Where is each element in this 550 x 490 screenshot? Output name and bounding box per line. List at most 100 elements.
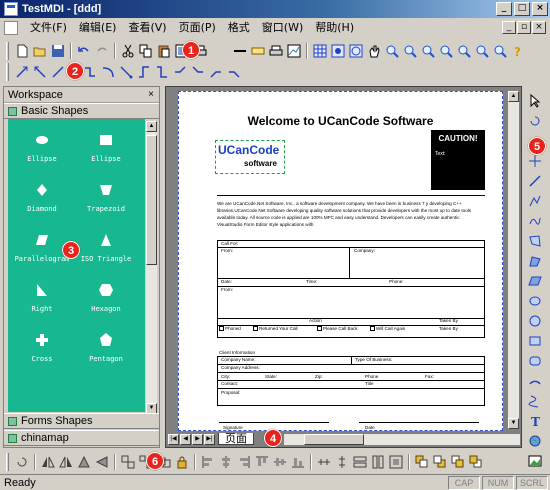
save-icon[interactable] [49,43,66,60]
category-forms-shapes[interactable]: Forms Shapes [4,413,159,429]
space-vertical-icon[interactable] [333,454,350,471]
lock-icon[interactable] [173,454,190,471]
link-bend3-icon[interactable] [207,64,224,81]
menu-window[interactable]: 窗口(W) [256,19,309,37]
link-bend2-icon[interactable] [189,64,206,81]
returned-call-checkbox[interactable]: Returned Your Call [253,326,298,332]
ellipse-tool-icon[interactable] [526,292,543,309]
menu-file[interactable]: 文件(F) [24,19,73,37]
mdi-restore-button[interactable]: ▫ [517,21,531,34]
next-page-icon[interactable]: ▶ [192,433,203,445]
redo-icon[interactable] [93,43,110,60]
send-back-icon[interactable] [431,454,448,471]
group-icon[interactable] [119,454,136,471]
help-icon[interactable]: ? [509,43,526,60]
snap-grid-icon[interactable] [329,43,346,60]
grid-icon[interactable] [311,43,328,60]
fill-polygon-icon[interactable] [526,252,543,269]
same-height-icon[interactable] [369,454,386,471]
link-straight-icon[interactable] [13,64,30,81]
link-bend4-icon[interactable] [225,64,242,81]
text-tool-icon[interactable]: T [526,412,543,429]
zoom-width-icon[interactable] [455,43,472,60]
page-tab[interactable]: 页面 [218,433,254,445]
first-page-icon[interactable]: |◀ [168,433,179,445]
prev-page-icon[interactable]: ◀ [180,433,191,445]
zoom-select-icon[interactable] [473,43,490,60]
phoned-checkbox[interactable]: Phoned [219,326,241,332]
link-curve-icon[interactable] [99,64,116,81]
zoom-full-icon[interactable] [491,43,508,60]
undo-icon[interactable] [75,43,92,60]
align-middle-icon[interactable] [271,454,288,471]
close-button[interactable]: × [532,2,548,16]
menu-help[interactable]: 帮助(H) [309,19,360,37]
scroll-thumb[interactable] [304,433,364,445]
polygon-icon[interactable] [526,232,543,249]
bring-front-icon[interactable] [413,454,430,471]
rotate-icon[interactable] [526,112,543,129]
flip-left-icon[interactable] [39,454,56,471]
link-step-icon[interactable] [135,64,152,81]
shape-ellipse-1[interactable]: Ellipse [12,123,72,173]
menu-format[interactable]: 格式 [222,19,256,37]
category-chinamap[interactable]: chinamap [4,430,159,446]
line-icon[interactable] [526,172,543,189]
print-preview-icon[interactable] [267,43,284,60]
align-right-icon[interactable] [235,454,252,471]
arc-tool-icon[interactable] [526,372,543,389]
forward-icon[interactable] [449,454,466,471]
freehand-icon[interactable] [526,212,543,229]
rounded-rect-tool-icon[interactable] [526,352,543,369]
document-horizontal-scrollbar[interactable] [284,433,520,445]
shape-pentagon[interactable]: Pentagon [76,323,136,373]
paste-icon[interactable] [155,43,172,60]
zoom-in-icon[interactable] [383,43,400,60]
link-step2-icon[interactable] [153,64,170,81]
align-left-icon[interactable] [199,454,216,471]
shape-iso-triangle[interactable]: ISO Triangle [76,223,136,273]
chart-icon[interactable] [285,43,302,60]
shape-right-triangle[interactable]: Right [12,273,72,323]
pan-hand-icon[interactable] [365,43,382,60]
menu-page[interactable]: 页面(P) [173,19,222,37]
same-size-icon[interactable] [387,454,404,471]
link-reverse-icon[interactable] [31,64,48,81]
scroll-thumb[interactable] [146,135,157,265]
same-width-icon[interactable] [351,454,368,471]
align-center-icon[interactable] [217,454,234,471]
flip-horizontal-icon[interactable] [75,454,92,471]
open-folder-icon[interactable] [31,43,48,60]
align-top-icon[interactable] [253,454,270,471]
parallelogram-tool-icon[interactable] [526,272,543,289]
document-icon[interactable] [4,21,18,35]
link-bend-icon[interactable] [171,64,188,81]
menu-view[interactable]: 查看(V) [122,19,172,37]
align-bottom-icon[interactable] [289,454,306,471]
maximize-button[interactable]: □ [514,2,530,16]
link-dot-icon[interactable] [117,64,134,81]
last-page-icon[interactable]: ▶| [204,433,215,445]
curve-tool-icon[interactable] [526,392,543,409]
mdi-minimize-button[interactable]: _ [502,21,516,34]
space-horizontal-icon[interactable] [315,454,332,471]
shape-ellipse-2[interactable]: Ellipse [76,123,136,173]
backward-icon[interactable] [467,454,484,471]
document-page[interactable]: Welcome to UCanCode Software UCanCode so… [178,91,503,431]
minimize-button[interactable]: _ [496,2,512,16]
select-arrow-icon[interactable] [526,92,543,109]
zoom-fit-icon[interactable] [419,43,436,60]
will-call-checkbox[interactable]: Will Call Again [370,326,405,332]
mdi-close-button[interactable]: × [532,21,546,34]
cut-icon[interactable] [119,43,136,60]
rotate-free-icon[interactable] [13,454,30,471]
line-tool-icon[interactable] [231,43,248,60]
document-vertical-scrollbar[interactable]: ▲ ▼ [508,91,519,429]
shape-cross[interactable]: Cross [12,323,72,373]
scroll-up-icon[interactable]: ▲ [508,91,519,102]
flip-right-icon[interactable] [57,454,74,471]
copy-icon[interactable] [137,43,154,60]
globe-icon[interactable] [526,432,543,449]
rect-tool-icon[interactable] [249,43,266,60]
polyline-icon[interactable] [526,192,543,209]
